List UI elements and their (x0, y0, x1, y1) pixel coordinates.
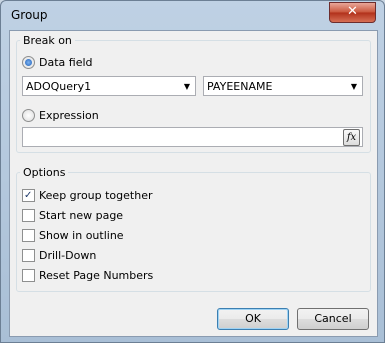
function-icon[interactable]: fx (343, 129, 360, 146)
show-in-outline-label: Show in outline (39, 229, 124, 242)
field-select[interactable]: PAYEENAME ▼ (203, 76, 363, 96)
data-field-option[interactable]: Data field (22, 56, 93, 69)
chevron-down-icon[interactable]: ▼ (179, 82, 195, 91)
show-in-outline-option[interactable]: Show in outline (22, 229, 124, 242)
start-new-page-label: Start new page (39, 209, 124, 222)
drill-down-option[interactable]: Drill-Down (22, 249, 96, 262)
expression-label: Expression (39, 109, 99, 122)
cancel-button[interactable]: Cancel (297, 308, 369, 330)
field-select-value: PAYEENAME (207, 79, 273, 93)
drill-down-label: Drill-Down (39, 249, 97, 262)
title-bar[interactable]: Group ✕ (1, 1, 384, 29)
show-in-outline-checkbox[interactable] (22, 229, 35, 242)
reset-page-numbers-checkbox[interactable] (22, 269, 35, 282)
ok-button[interactable]: OK (217, 308, 289, 330)
expression-option[interactable]: Expression (22, 109, 99, 122)
keep-together-option[interactable]: Keep group together (22, 189, 153, 202)
keep-together-checkbox[interactable] (22, 189, 35, 202)
start-new-page-option[interactable]: Start new page (22, 209, 123, 222)
close-button[interactable]: ✕ (329, 2, 376, 23)
chevron-down-icon[interactable]: ▼ (346, 82, 362, 91)
dataset-select[interactable]: ADOQuery1 ▼ (22, 76, 196, 96)
dataset-select-value: ADOQuery1 (26, 79, 92, 93)
keep-together-label: Keep group together (39, 189, 153, 202)
start-new-page-checkbox[interactable] (22, 209, 35, 222)
data-field-radio[interactable] (22, 56, 35, 69)
dialog-body: Break on Data field ADOQuery1 ▼ PAYEENAM… (9, 30, 378, 337)
expression-radio[interactable] (22, 109, 35, 122)
options-legend: Options (23, 166, 66, 179)
expression-input[interactable]: fx (22, 127, 363, 147)
reset-page-numbers-label: Reset Page Numbers (39, 269, 154, 282)
break-on-legend: Break on (23, 34, 72, 47)
data-field-label: Data field (39, 56, 93, 69)
close-icon: ✕ (347, 4, 358, 19)
reset-page-numbers-option[interactable]: Reset Page Numbers (22, 269, 153, 282)
drill-down-checkbox[interactable] (22, 249, 35, 262)
window-title: Group (11, 8, 48, 22)
dialog-window: Group ✕ Break on Data field ADOQuery1 ▼ … (0, 0, 385, 343)
